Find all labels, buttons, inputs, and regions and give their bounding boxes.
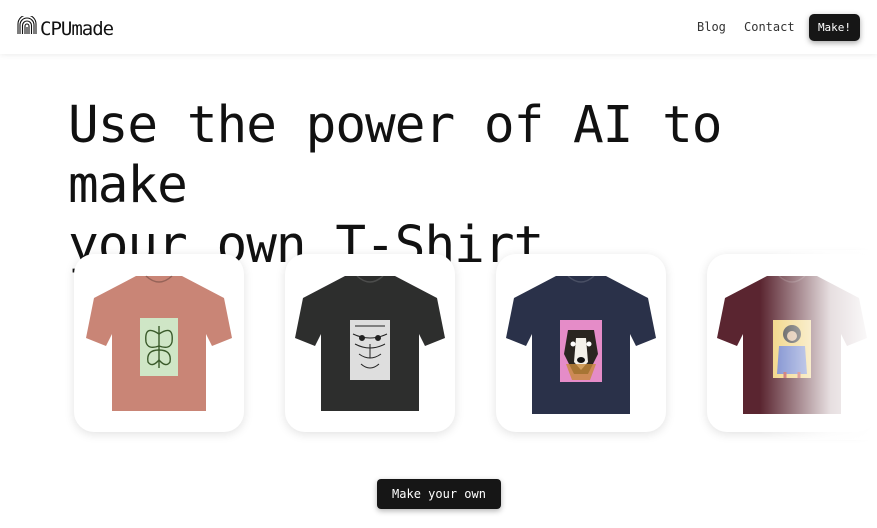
make-your-own-button[interactable]: Make your own [377,479,501,509]
fingerprint-logo-icon [16,14,38,42]
tshirt-carousel[interactable] [0,250,877,440]
top-navigation-bar: CPUmade Blog Contact Make! [0,0,877,54]
tshirt-card-dog[interactable] [496,254,666,432]
hero-heading-line-1: Use the power of AI to make [68,96,723,215]
tshirt-image [717,275,867,414]
tshirt-card-tiger[interactable] [285,254,455,432]
make-button[interactable]: Make! [809,14,860,41]
tshirt-image [295,275,445,411]
brand-logo[interactable]: CPUmade [16,14,114,42]
tshirt-card-monkey[interactable] [707,254,877,432]
nav-link-contact[interactable]: Contact [744,20,795,34]
nav-link-blog[interactable]: Blog [697,20,726,34]
tshirt-card-butterfly[interactable] [74,254,244,432]
tshirt-image [506,275,656,414]
tshirt-image [86,275,232,411]
brand-name: CPUmade [40,18,114,40]
carousel-fade-left [0,250,40,440]
hero-heading: Use the power of AI to make your own T-S… [68,96,808,276]
